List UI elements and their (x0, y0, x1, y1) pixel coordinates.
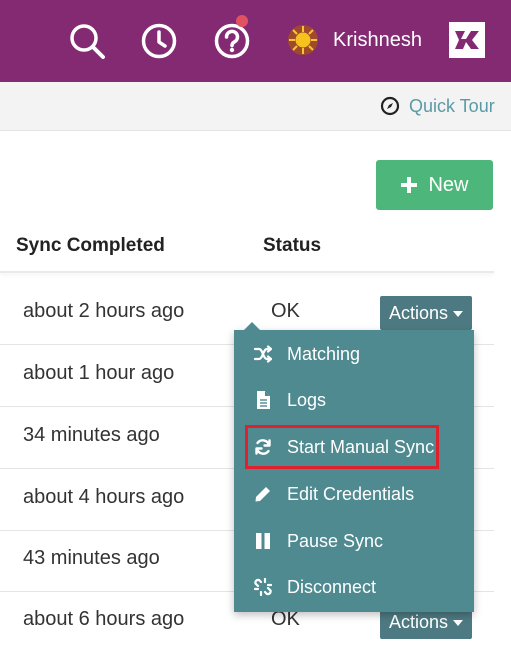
sync-time-cell: about 2 hours ago (23, 300, 185, 322)
history-clock-icon[interactable] (140, 22, 178, 60)
avatar-sun-icon[interactable] (287, 24, 319, 56)
menu-item-label: Matching (287, 344, 361, 364)
menu-item-label: Logs (287, 390, 327, 410)
status-cell: OK (271, 300, 300, 322)
pencil-icon (254, 485, 272, 503)
sub-toolbar: Quick Tour (0, 82, 511, 131)
caret-down-icon (453, 311, 464, 317)
help-icon[interactable] (213, 22, 251, 60)
username[interactable]: Krishnesh (333, 28, 422, 52)
menu-item-disconnect[interactable]: Disconnect (234, 567, 474, 607)
table-header-divider (0, 271, 494, 273)
menu-item-label: Pause Sync (287, 531, 384, 551)
menu-item-label: Disconnect (287, 577, 377, 597)
menu-item-pause-sync[interactable]: Pause Sync (234, 521, 474, 561)
document-icon (254, 391, 272, 409)
caret-down-icon (453, 620, 464, 626)
top-header-bar: Krishnesh (0, 0, 511, 82)
new-button-label: New (428, 173, 469, 196)
column-header-status[interactable]: Status (263, 235, 321, 257)
shuffle-icon (254, 345, 272, 363)
column-header-sync-completed[interactable]: Sync Completed (16, 235, 165, 257)
sync-time-cell: about 4 hours ago (23, 486, 185, 508)
pause-icon (254, 532, 272, 550)
quick-tour-link[interactable]: Quick Tour (409, 96, 495, 116)
menu-item-start-manual-sync[interactable]: Start Manual Sync (234, 427, 474, 467)
actions-button-label: Actions (388, 611, 449, 632)
actions-dropdown-button[interactable]: Actions (380, 296, 472, 330)
menu-item-matching[interactable]: Matching (234, 334, 474, 374)
sync-time-cell: about 6 hours ago (23, 608, 185, 630)
menu-item-edit-credentials[interactable]: Edit Credentials (234, 474, 474, 514)
search-icon[interactable] (68, 22, 106, 60)
menu-item-label: Start Manual Sync (287, 437, 435, 457)
plus-icon (400, 176, 418, 194)
new-button[interactable]: New (376, 160, 493, 210)
sync-time-cell: 34 minutes ago (23, 424, 160, 446)
refresh-icon (254, 438, 272, 456)
compass-icon[interactable] (380, 96, 400, 116)
sync-time-cell: 43 minutes ago (23, 547, 160, 569)
actions-button-label: Actions (388, 302, 449, 323)
actions-menu: Matching Logs Start Manual Sync Edit Cre… (234, 322, 474, 612)
menu-item-logs[interactable]: Logs (234, 380, 474, 420)
sync-time-cell: about 1 hour ago (23, 362, 175, 384)
notification-badge (236, 15, 248, 27)
menu-item-label: Edit Credentials (287, 484, 415, 504)
brand-logo-icon[interactable] (449, 22, 485, 58)
unlink-icon (254, 578, 272, 596)
